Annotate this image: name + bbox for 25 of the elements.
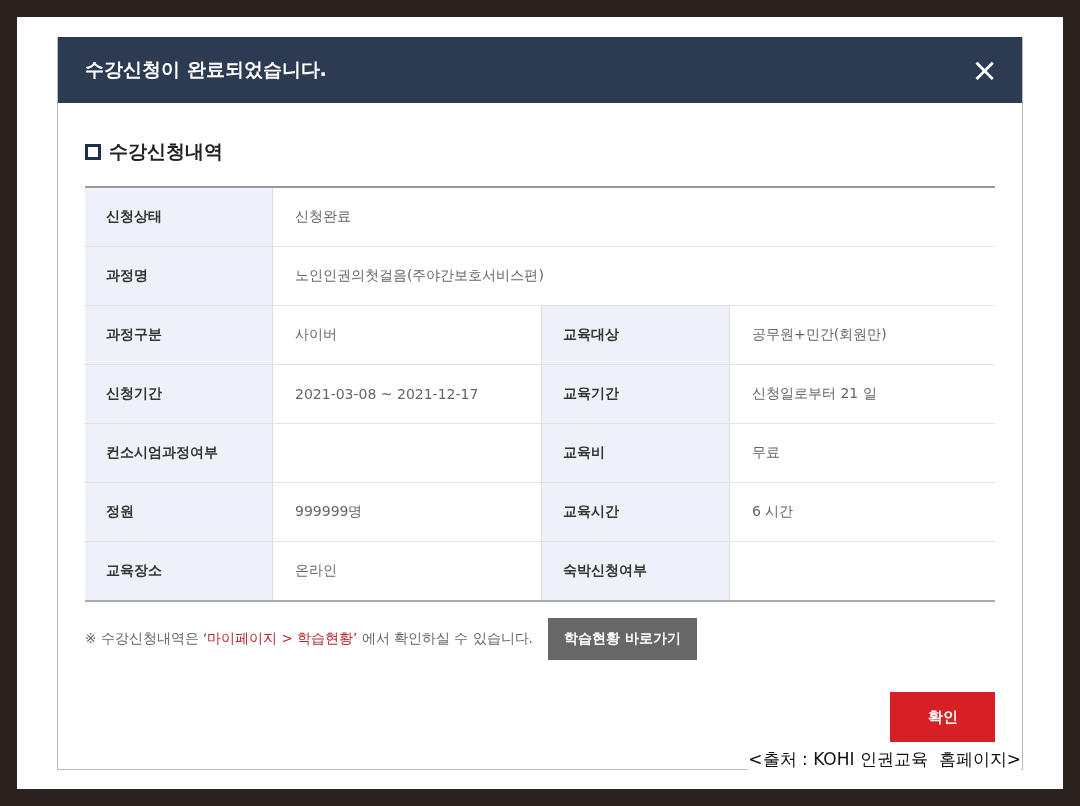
field-value: 노인인권의첫걸음(주야간보호서비스편) <box>294 266 545 285</box>
field-value: 6 시간 <box>751 502 795 521</box>
field-label: 교육비 <box>542 424 730 482</box>
field-label: 신청기간 <box>85 365 273 423</box>
dialog-title: 수강신청이 완료되었습니다. <box>85 57 327 82</box>
confirm-button[interactable]: 확인 <box>890 692 995 742</box>
learning-status-button[interactable]: 학습현황 바로가기 <box>547 618 697 660</box>
field-label: 신청상태 <box>85 188 273 246</box>
field-value: 무료 <box>751 443 781 462</box>
field-label: 숙박신청여부 <box>542 542 730 600</box>
field-label: 컨소시엄과정여부 <box>85 424 273 482</box>
field-label: 과정구분 <box>85 306 273 364</box>
field-label: 교육기간 <box>542 365 730 423</box>
field-value: 신청일로부터 21 일 <box>751 384 878 403</box>
field-label: 교육장소 <box>85 542 273 600</box>
field-label: 교육대상 <box>542 306 730 364</box>
field-label: 과정명 <box>85 247 273 305</box>
note-text: ※ 수강신청내역은 ‘마이페이지 > 학습현황’ 에서 확인하실 수 있습니다. <box>85 630 533 648</box>
field-label: 정원 <box>85 483 273 541</box>
section-title: 수강신청내역 <box>109 139 223 164</box>
square-bullet-icon <box>85 144 101 160</box>
field-value: 공무원+민간(회원만) <box>751 325 888 344</box>
close-button[interactable]: × <box>971 54 998 86</box>
field-label: 교육시간 <box>542 483 730 541</box>
field-value: 신청완료 <box>294 207 352 226</box>
